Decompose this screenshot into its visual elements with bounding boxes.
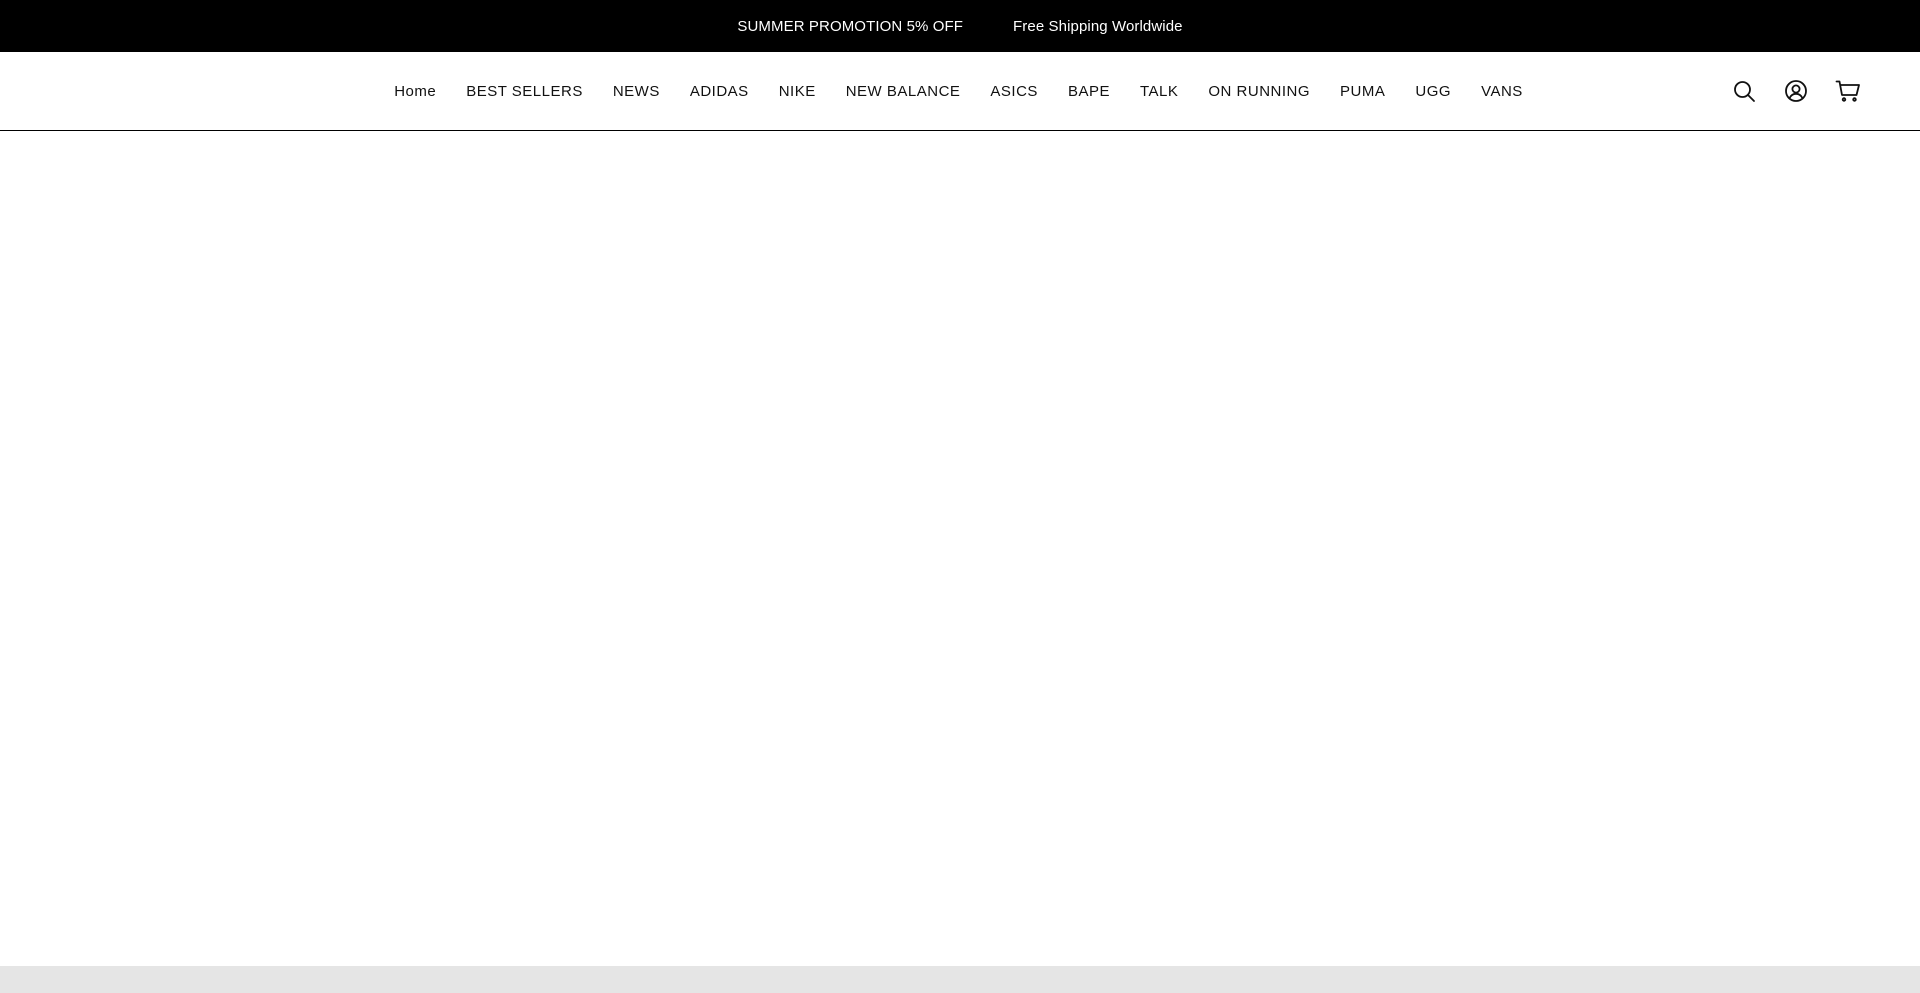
announcement-shipping: Free Shipping Worldwide [1013,17,1183,35]
nav-item-new-balance[interactable]: NEW BALANCE [846,83,961,100]
main-content [0,131,1920,967]
nav-item-best-sellers[interactable]: BEST SELLERS [466,83,583,100]
announcement-promo: SUMMER PROMOTION 5% OFF [737,17,964,35]
nav-item-adidas[interactable]: ADIDAS [690,83,749,100]
nav-item-vans[interactable]: VANS [1481,83,1523,100]
site-header: Home BEST SELLERS NEWS ADIDAS NIKE NEW B… [0,52,1920,131]
nav-item-talk[interactable]: TALK [1140,83,1178,100]
nav-item-news[interactable]: NEWS [613,83,660,100]
main-nav: Home BEST SELLERS NEWS ADIDAS NIKE NEW B… [0,52,1920,130]
search-icon[interactable] [1730,77,1758,105]
announcement-bar: SUMMER PROMOTION 5% OFF Free Shipping Wo… [0,0,1920,52]
nav-item-nike[interactable]: NIKE [779,83,816,100]
nav-item-ugg[interactable]: UGG [1415,83,1451,100]
nav-item-bape[interactable]: BAPE [1068,83,1110,100]
cart-icon[interactable] [1834,77,1862,105]
nav-item-home[interactable]: Home [394,83,436,100]
header-icons [1706,52,1862,130]
nav-item-on-running[interactable]: ON RUNNING [1208,83,1310,100]
nav-item-asics[interactable]: ASICS [990,83,1038,100]
nav-item-puma[interactable]: PUMA [1340,83,1385,100]
account-icon[interactable] [1782,77,1810,105]
bottom-strip [0,966,1920,993]
